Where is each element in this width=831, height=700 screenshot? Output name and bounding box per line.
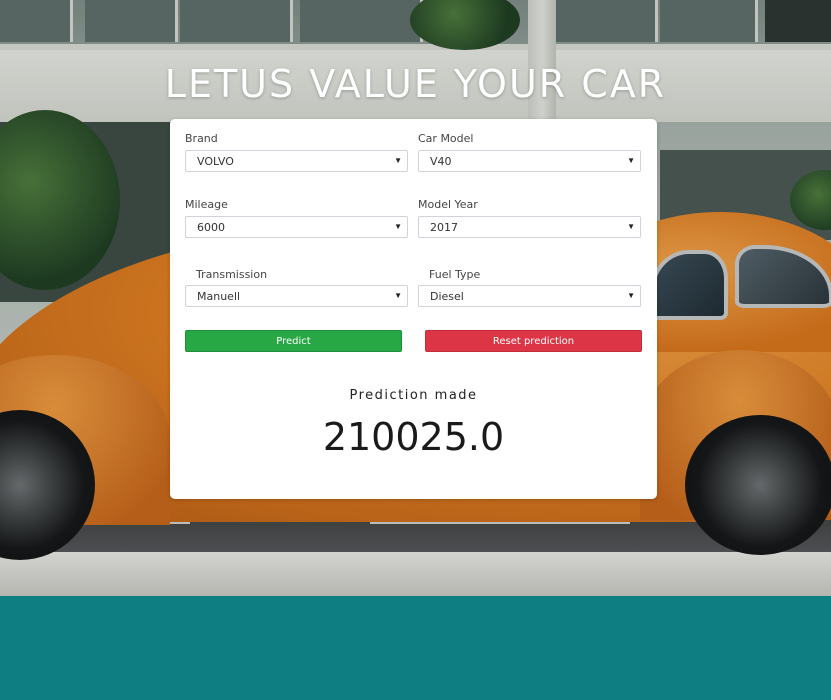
mileage-label: Mileage [185, 198, 228, 211]
transmission-value: Manuell [197, 290, 241, 303]
transmission-select[interactable]: Manuell ▼ [185, 285, 408, 307]
model-year-select[interactable]: 2017 ▼ [418, 216, 641, 238]
car-model-value: V40 [430, 155, 452, 168]
fuel-type-label: Fuel Type [429, 268, 481, 281]
brand-label: Brand [185, 132, 218, 145]
fuel-type-select[interactable]: Diesel ▼ [418, 285, 641, 307]
predict-button[interactable]: Predict [185, 330, 402, 352]
car-model-label: Car Model [418, 132, 474, 145]
fuel-type-value: Diesel [430, 290, 464, 303]
brand-value: VOLVO [197, 155, 234, 168]
page-title: LETUS VALUE YOUR CAR [164, 62, 667, 106]
page: LETUS VALUE YOUR CAR Brand VOLVO ▼ Car M… [0, 0, 831, 700]
footer-band [0, 596, 831, 700]
caret-down-icon: ▼ [394, 222, 402, 231]
model-year-value: 2017 [430, 221, 458, 234]
brand-select[interactable]: VOLVO ▼ [185, 150, 408, 172]
caret-down-icon: ▼ [394, 291, 402, 300]
transmission-label: Transmission [196, 268, 268, 281]
mileage-select[interactable]: 6000 ▼ [185, 216, 408, 238]
caret-down-icon: ▼ [627, 291, 635, 300]
car-model-select[interactable]: V40 ▼ [418, 150, 641, 172]
model-year-label: Model Year [418, 198, 478, 211]
valuation-form-card: Brand VOLVO ▼ Car Model V40 ▼ Mileage 60… [170, 119, 657, 499]
caret-down-icon: ▼ [627, 156, 635, 165]
prediction-label: Prediction made [349, 388, 478, 403]
caret-down-icon: ▼ [394, 156, 402, 165]
caret-down-icon: ▼ [627, 222, 635, 231]
prediction-value: 210025.0 [322, 415, 505, 459]
mileage-value: 6000 [197, 221, 225, 234]
reset-prediction-button[interactable]: Reset prediction [425, 330, 642, 352]
